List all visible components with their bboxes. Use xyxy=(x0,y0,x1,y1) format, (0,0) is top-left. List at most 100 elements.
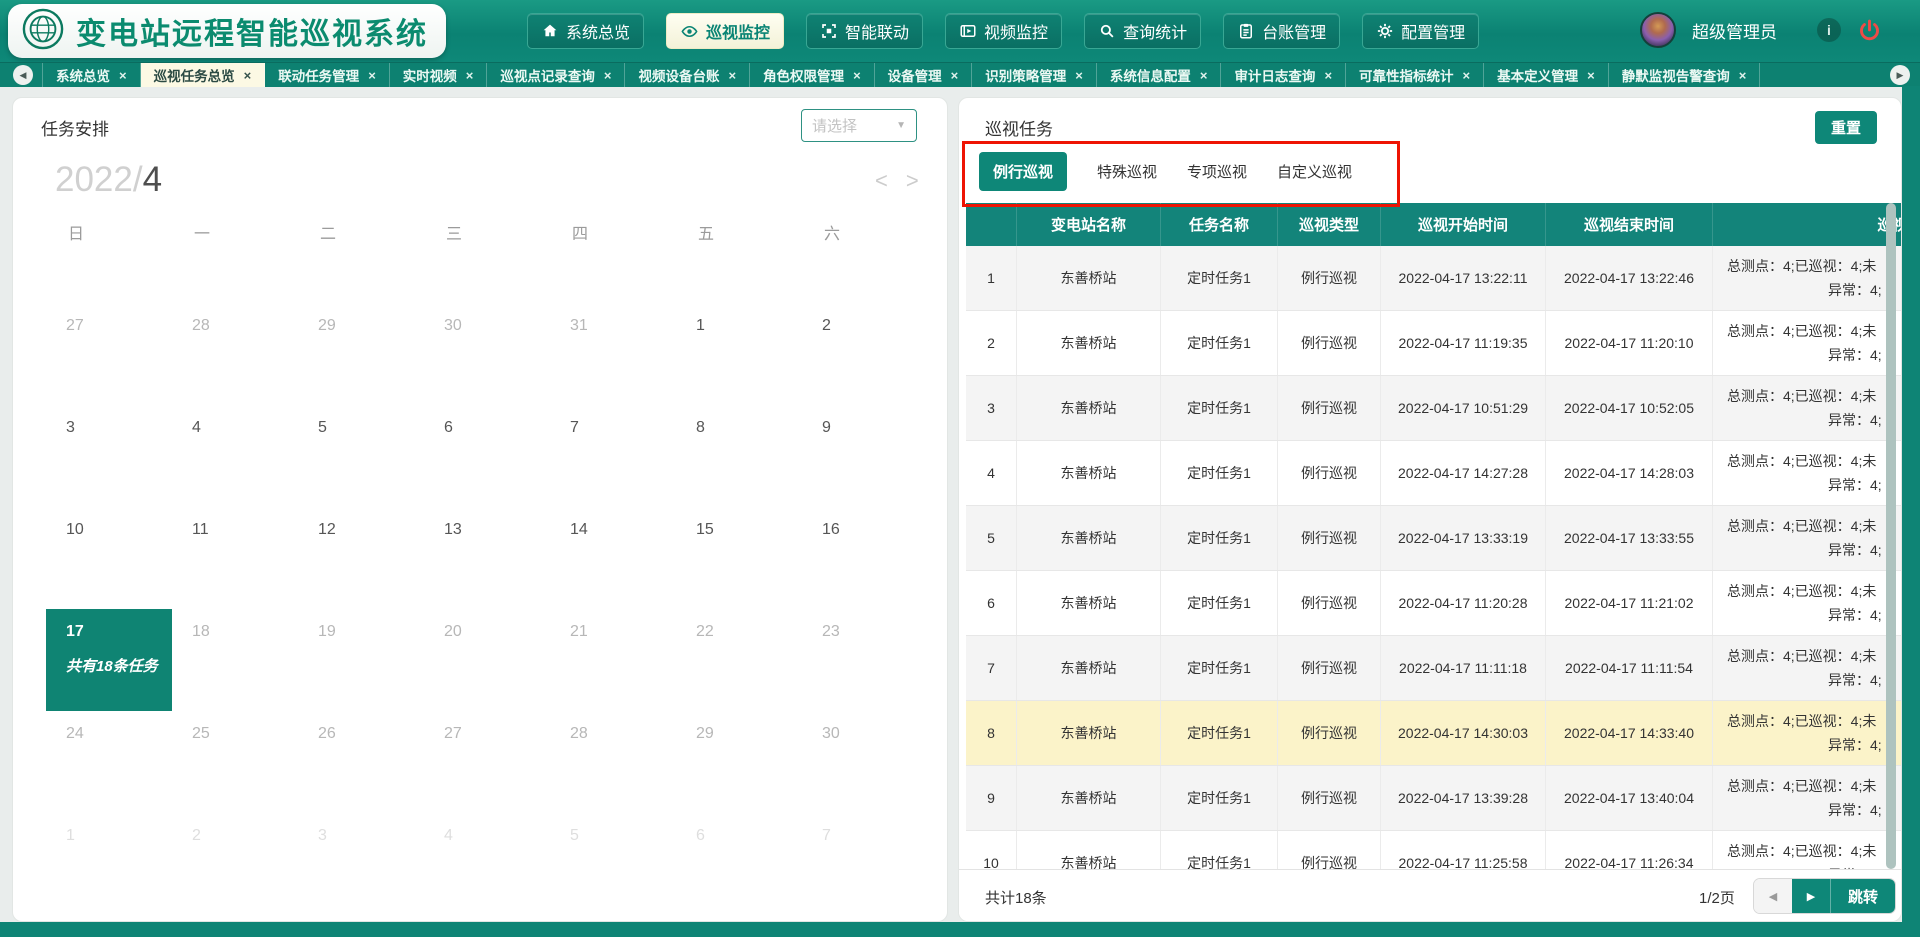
table-row[interactable]: 7东善桥站定时任务1例行巡视2022-04-17 11:11:182022-04… xyxy=(966,636,1902,701)
nav-button-ledger-mgmt[interactable]: 台账管理 xyxy=(1223,13,1340,49)
tab-item[interactable]: 静默监视告警查询× xyxy=(1609,63,1761,87)
table-row[interactable]: 9东善桥站定时任务1例行巡视2022-04-17 13:39:282022-04… xyxy=(966,766,1902,831)
station-select[interactable]: 请选择 ▼ xyxy=(801,109,917,142)
calendar-date-cell[interactable]: 20 xyxy=(424,609,550,711)
tab-item[interactable]: 巡视点记录查询× xyxy=(487,63,625,87)
tab-close-icon[interactable]: × xyxy=(1075,68,1083,83)
info-icon[interactable]: i xyxy=(1817,18,1841,42)
nav-button-system-overview[interactable]: 系统总览 xyxy=(527,13,644,49)
table-row[interactable]: 10东善桥站定时任务1例行巡视2022-04-17 11:25:582022-0… xyxy=(966,831,1902,869)
tab-item[interactable]: 巡视任务总览× xyxy=(141,63,266,87)
calendar-date-cell[interactable]: 13 xyxy=(424,507,550,609)
patrol-type-tab[interactable]: 自定义巡视 xyxy=(1277,161,1352,182)
table-row[interactable]: 8东善桥站定时任务1例行巡视2022-04-17 14:30:032022-04… xyxy=(966,701,1902,766)
tab-item[interactable]: 设备管理× xyxy=(875,63,973,87)
calendar-date-cell[interactable]: 30 xyxy=(802,711,928,813)
tab-close-icon[interactable]: × xyxy=(604,68,612,83)
calendar-next-icon[interactable]: > xyxy=(906,168,919,194)
table-row[interactable]: 4东善桥站定时任务1例行巡视2022-04-17 14:27:282022-04… xyxy=(966,441,1902,506)
tab-close-icon[interactable]: × xyxy=(1324,68,1332,83)
tab-item[interactable]: 系统信息配置× xyxy=(1097,63,1222,87)
calendar-date-cell[interactable]: 9 xyxy=(802,405,928,507)
calendar-date-cell[interactable]: 15 xyxy=(676,507,802,609)
calendar-date-cell[interactable]: 3 xyxy=(46,405,172,507)
tab-close-icon[interactable]: × xyxy=(368,68,376,83)
tab-close-icon[interactable]: × xyxy=(1463,68,1471,83)
tab-close-icon[interactable]: × xyxy=(466,68,474,83)
calendar-date-cell[interactable]: 23 xyxy=(802,609,928,711)
patrol-type-tab[interactable]: 例行巡视 xyxy=(979,152,1067,191)
tab-close-icon[interactable]: × xyxy=(244,68,252,83)
nav-button-query-stats[interactable]: 查询统计 xyxy=(1084,13,1201,49)
calendar-date-cell[interactable]: 5 xyxy=(550,813,676,915)
calendar-date-cell[interactable]: 4 xyxy=(172,405,298,507)
calendar-date-cell[interactable]: 19 xyxy=(298,609,424,711)
calendar-date-cell[interactable]: 7 xyxy=(802,813,928,915)
calendar-date-cell[interactable]: 1 xyxy=(676,303,802,405)
nav-button-patrol-monitor[interactable]: 巡视监控 xyxy=(666,13,784,49)
calendar-date-cell[interactable]: 8 xyxy=(676,405,802,507)
next-page-button[interactable]: ▶ xyxy=(1792,879,1830,913)
tab-close-icon[interactable]: × xyxy=(119,68,127,83)
calendar-date-cell[interactable]: 21 xyxy=(550,609,676,711)
calendar-selected-date-cell[interactable]: 17共有18条任务 xyxy=(46,609,172,711)
calendar-date-cell[interactable]: 26 xyxy=(298,711,424,813)
tab-item[interactable]: 视频设备台账× xyxy=(625,63,750,87)
calendar-date-cell[interactable]: 5 xyxy=(298,405,424,507)
nav-button-smart-linkage[interactable]: 智能联动 xyxy=(806,13,923,49)
calendar-date-cell[interactable]: 31 xyxy=(550,303,676,405)
calendar-date-cell[interactable]: 2 xyxy=(802,303,928,405)
calendar-date-cell[interactable]: 11 xyxy=(172,507,298,609)
calendar-date-cell[interactable]: 12 xyxy=(298,507,424,609)
prev-page-button[interactable]: ◀ xyxy=(1754,879,1792,913)
tab-scroll-left-icon[interactable]: ◀ xyxy=(13,65,33,85)
calendar-date-cell[interactable]: 1 xyxy=(46,813,172,915)
logout-power-icon[interactable] xyxy=(1857,18,1882,43)
tab-item[interactable]: 系统总览× xyxy=(42,63,141,87)
tab-close-icon[interactable]: × xyxy=(1739,68,1747,83)
tab-scroll-right-icon[interactable]: ▶ xyxy=(1890,65,1910,85)
table-row[interactable]: 1东善桥站定时任务1例行巡视2022-04-17 13:22:112022-04… xyxy=(966,246,1902,311)
tab-item[interactable]: 基本定义管理× xyxy=(1484,63,1609,87)
nav-button-video-monitor[interactable]: 视频监控 xyxy=(945,13,1062,49)
tab-item[interactable]: 识别策略管理× xyxy=(972,63,1097,87)
jump-button[interactable]: 跳转 xyxy=(1830,879,1895,913)
table-row[interactable]: 5东善桥站定时任务1例行巡视2022-04-17 13:33:192022-04… xyxy=(966,506,1902,571)
calendar-date-cell[interactable]: 14 xyxy=(550,507,676,609)
calendar-date-cell[interactable]: 29 xyxy=(298,303,424,405)
calendar-date-cell[interactable]: 10 xyxy=(46,507,172,609)
calendar-date-cell[interactable]: 30 xyxy=(424,303,550,405)
table-row[interactable]: 2东善桥站定时任务1例行巡视2022-04-17 11:19:352022-04… xyxy=(966,311,1902,376)
calendar-date-cell[interactable]: 27 xyxy=(46,303,172,405)
calendar-date-cell[interactable]: 6 xyxy=(676,813,802,915)
calendar-date-cell[interactable]: 18 xyxy=(172,609,298,711)
reset-button[interactable]: 重置 xyxy=(1815,111,1877,144)
calendar-date-cell[interactable]: 25 xyxy=(172,711,298,813)
calendar-date-cell[interactable]: 28 xyxy=(172,303,298,405)
calendar-date-cell[interactable]: 2 xyxy=(172,813,298,915)
patrol-type-tab[interactable]: 特殊巡视 xyxy=(1097,161,1157,182)
patrol-type-tab[interactable]: 专项巡视 xyxy=(1187,161,1247,182)
calendar-date-cell[interactable]: 28 xyxy=(550,711,676,813)
nav-button-config-mgmt[interactable]: 配置管理 xyxy=(1362,13,1479,49)
calendar-date-cell[interactable]: 6 xyxy=(424,405,550,507)
tab-close-icon[interactable]: × xyxy=(951,68,959,83)
tab-item[interactable]: 角色权限管理× xyxy=(750,63,875,87)
calendar-date-cell[interactable]: 4 xyxy=(424,813,550,915)
calendar-prev-icon[interactable]: < xyxy=(875,168,888,194)
calendar-date-cell[interactable]: 3 xyxy=(298,813,424,915)
tab-close-icon[interactable]: × xyxy=(853,68,861,83)
tab-item[interactable]: 审计日志查询× xyxy=(1221,63,1346,87)
calendar-date-cell[interactable]: 7 xyxy=(550,405,676,507)
calendar-date-cell[interactable]: 24 xyxy=(46,711,172,813)
calendar-date-cell[interactable]: 29 xyxy=(676,711,802,813)
table-row[interactable]: 3东善桥站定时任务1例行巡视2022-04-17 10:51:292022-04… xyxy=(966,376,1902,441)
tab-close-icon[interactable]: × xyxy=(1200,68,1208,83)
vertical-scrollbar[interactable] xyxy=(1886,203,1896,869)
table-row[interactable]: 6东善桥站定时任务1例行巡视2022-04-17 11:20:282022-04… xyxy=(966,571,1902,636)
tab-close-icon[interactable]: × xyxy=(728,68,736,83)
calendar-date-cell[interactable]: 27 xyxy=(424,711,550,813)
tab-item[interactable]: 实时视频× xyxy=(390,63,488,87)
calendar-date-cell[interactable]: 16 xyxy=(802,507,928,609)
avatar[interactable] xyxy=(1640,12,1676,48)
